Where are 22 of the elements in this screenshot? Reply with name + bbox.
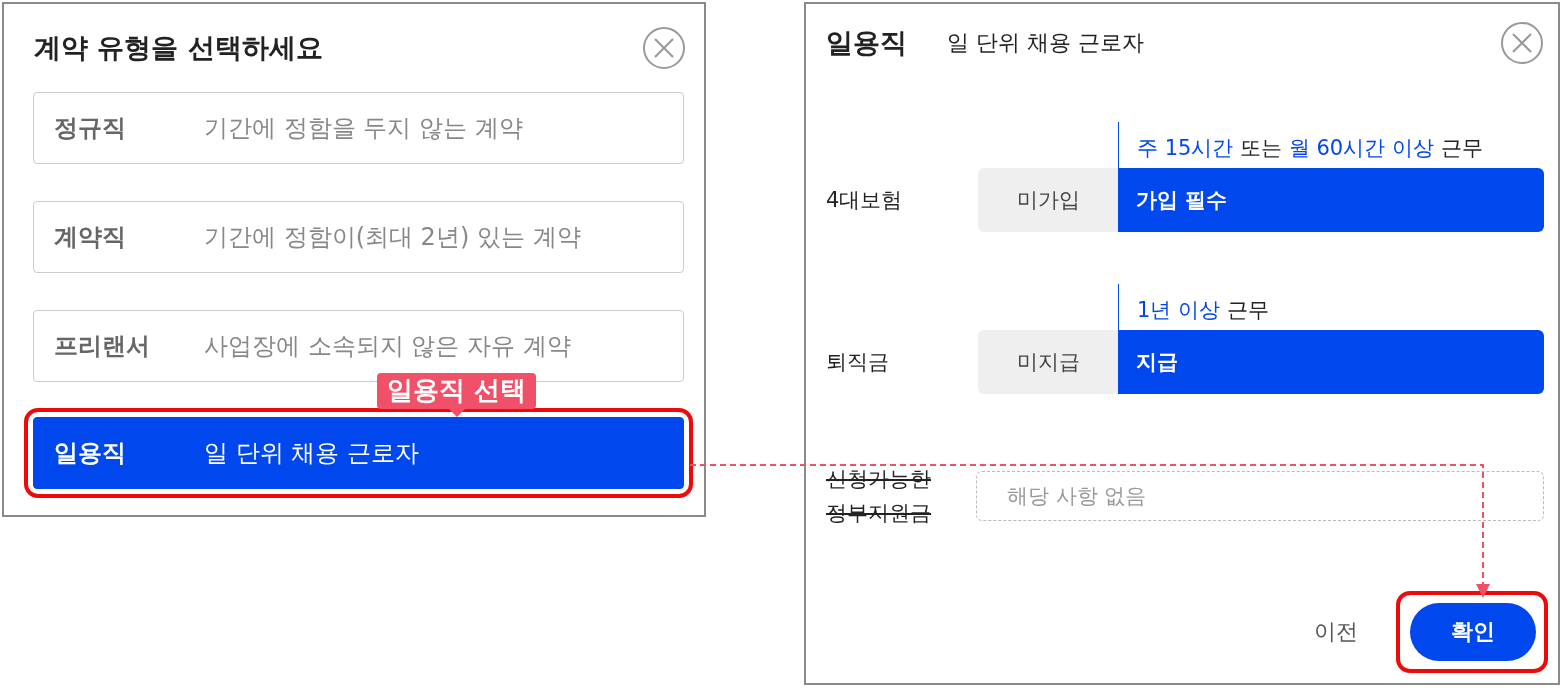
dialog-title: 일용직 — [826, 26, 907, 60]
dialog-title: 계약 유형을 선택하세요 — [34, 31, 323, 65]
segment-option[interactable]: 가입 필수 — [1118, 168, 1544, 232]
dialog-subtitle: 일 단위 채용 근로자 — [947, 29, 1144, 57]
back-button[interactable]: 이전 — [1306, 609, 1366, 655]
callout-pointer — [448, 409, 465, 417]
condition-text: 1년 이상 근무 — [1137, 298, 1269, 322]
contract-option[interactable]: 정규직 기간에 정함을 두지 않는 계약 — [33, 92, 684, 164]
segment-option[interactable]: 지급 — [1118, 330, 1544, 394]
row-label: 4대보험 — [826, 187, 904, 214]
condition-text: 주 15시간 또는 월 60시간 이상 근무 — [1137, 136, 1483, 160]
close-icon[interactable] — [1500, 21, 1544, 65]
close-icon[interactable] — [642, 26, 686, 70]
contract-option[interactable]: 계약직 기간에 정함이(최대 2년) 있는 계약 — [33, 201, 684, 273]
row-label: 퇴직금 — [826, 349, 890, 376]
row-label: 신청가능한 정부지원금 — [826, 466, 932, 527]
contract-option[interactable]: 일용직 일 단위 채용 근로자 — [33, 417, 684, 489]
segment-option[interactable]: 미가입 — [978, 168, 1118, 232]
segment-option[interactable]: 미지급 — [978, 330, 1118, 394]
confirm-button[interactable]: 확인 — [1410, 603, 1536, 661]
callout-tooltip: 일용직 선택 — [377, 373, 537, 409]
input-field[interactable]: 해당 사항 없음 — [976, 471, 1544, 521]
